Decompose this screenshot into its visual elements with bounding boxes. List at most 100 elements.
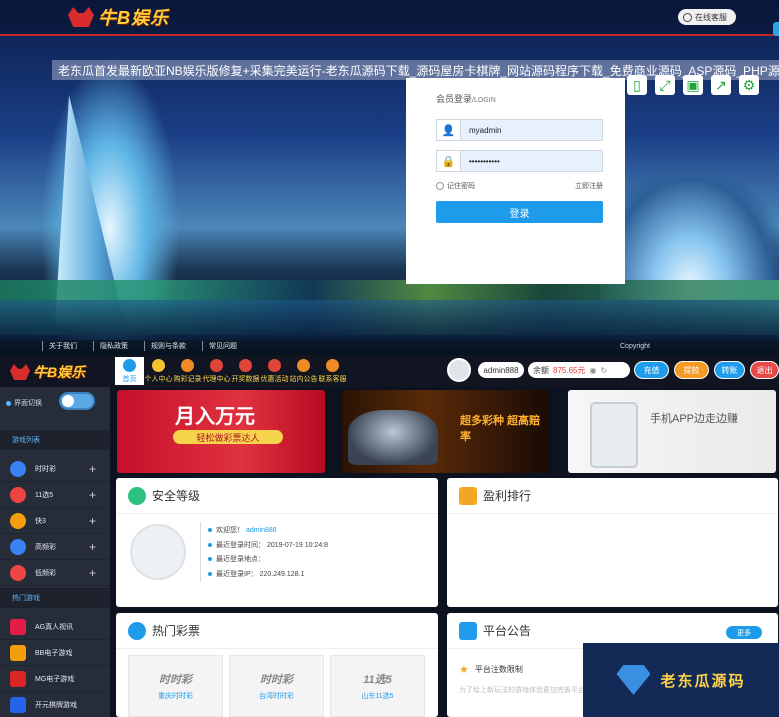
lottery-item[interactable]: 时时彩 台湾时时彩 (229, 655, 324, 717)
save-icon[interactable]: ▣ (683, 75, 703, 95)
ball-icon (10, 460, 26, 477)
sidebar-item-k3[interactable]: 快3 + (0, 508, 110, 534)
nav-item-agent[interactable]: 代理中心 (202, 357, 231, 385)
sidebar-item-ag[interactable]: AG真人视讯 (0, 614, 110, 640)
footer-link[interactable]: 关于我们 (42, 341, 83, 351)
username-value: myadmin (469, 125, 502, 135)
balance-box: 余额 875.65元 ◉ ↻ (528, 362, 630, 378)
hero-banner (0, 0, 779, 355)
ball-icon (10, 538, 26, 555)
deposit-button[interactable]: 充值 (634, 361, 669, 379)
lottery-item[interactable]: 时时彩 重庆时时彩 (128, 655, 223, 717)
card-title: 平台公告 (483, 624, 532, 638)
hot-lottery-card: 热门彩票 时时彩 重庆时时彩 时时彩 台湾时时彩 11选5 山东11选5 (116, 613, 438, 717)
interface-toggle[interactable] (59, 392, 95, 410)
footer-link[interactable]: 规则与条款 (144, 341, 192, 351)
dot-icon (6, 400, 11, 406)
plus-icon[interactable]: + (89, 566, 96, 580)
banner-title: 手机APP边走边赚 (650, 413, 739, 425)
banner-title: 月入万元 (175, 406, 255, 428)
logo-text: 牛B娱乐 (33, 364, 86, 380)
lock-icon: 🔒 (437, 151, 461, 171)
phone-image (590, 402, 638, 468)
username-badge: admin888 (478, 362, 524, 378)
side-tool-tab[interactable] (773, 22, 779, 36)
lottery-icon (128, 621, 146, 640)
agent-icon (210, 359, 223, 372)
login-button[interactable]: 登录 (436, 201, 603, 223)
banner-title: 超多彩种 超高赔率 (460, 415, 541, 443)
avatar[interactable] (447, 358, 471, 382)
sidebar-item-11x5[interactable]: 11选5 + (0, 482, 110, 508)
banner-subtitle: 轻松做彩票达人 (173, 430, 283, 444)
nav-item-support[interactable]: 联系客服 (318, 357, 347, 385)
trophy-icon (459, 486, 477, 505)
sidebar-item-mg[interactable]: MG电子游戏 (0, 666, 110, 692)
home-icon (123, 359, 136, 372)
copyright: Copyright (620, 343, 650, 350)
nav-item-promotions[interactable]: 优惠活动 (260, 357, 289, 385)
nav-item-home[interactable]: 首页 (115, 357, 144, 385)
nav-item-draw-data[interactable]: 开奖数据 (231, 357, 260, 385)
section-hot-games: 热门游戏 (0, 588, 110, 608)
plus-icon[interactable]: + (89, 488, 96, 502)
toolbar-icons: ▯ ⤢ ▣ ↗ ⚙ (619, 74, 779, 96)
password-field[interactable]: 🔒 ••••••••••• (436, 150, 603, 172)
balance-label: 余额 (533, 365, 549, 375)
expand-icon[interactable]: ⤢ (655, 75, 675, 95)
share-icon[interactable]: ↗ (711, 75, 731, 95)
sidebar-item-bb[interactable]: BB电子游戏 (0, 640, 110, 666)
profit-ranking-card: 盈利排行 (447, 478, 778, 607)
transfer-button[interactable]: 转账 (714, 361, 745, 379)
footer-link[interactable]: 常见问题 (202, 341, 243, 351)
online-service-label: 在线客服 (695, 12, 727, 22)
nav-item-bet-records[interactable]: 购彩记录 (173, 357, 202, 385)
remember-password[interactable]: 记住密码 (436, 181, 475, 191)
nav-item-announcements[interactable]: 站内公告 (289, 357, 318, 385)
shield-icon (128, 486, 146, 505)
sidebar-item-ssc[interactable]: 时时彩 + (0, 456, 110, 482)
register-link[interactable]: 立即注册 (575, 181, 603, 191)
radio-icon (436, 182, 444, 191)
user-icon: 👤 (437, 120, 461, 140)
mg-icon (10, 670, 26, 687)
ag-icon (10, 618, 26, 635)
card-title: 热门彩票 (152, 624, 201, 638)
refresh-icon[interactable]: ↻ (600, 366, 607, 375)
interface-switch-label: 界面切换 (6, 398, 42, 408)
withdraw-button[interactable]: 提款 (674, 361, 709, 379)
more-button[interactable]: 更多 (726, 626, 762, 639)
footer-link[interactable]: 隐私政策 (93, 341, 134, 351)
logout-button[interactable]: 退出 (750, 361, 779, 379)
ky-icon (10, 696, 26, 713)
promo-banner-odds[interactable]: 超多彩种 超高赔率 (342, 390, 550, 473)
nav-item-profile[interactable]: 个人中心 (144, 357, 173, 385)
announcement-item[interactable]: ★ 平台注数限制 (459, 663, 523, 676)
announcement-preview: 为了给上新玩法的游戏体验更加完善平台... (459, 687, 591, 694)
section-games: 游戏列表 (0, 430, 110, 450)
sidebar-item-high-freq[interactable]: 高频彩 + (0, 534, 110, 560)
mobile-icon[interactable]: ▯ (627, 75, 647, 95)
login-panel: 会员登录/LOGIN 👤 myadmin 🔒 ••••••••••• 记住密码 … (406, 78, 625, 284)
sidebar-item-low-freq[interactable]: 低频彩 + (0, 560, 110, 586)
ball-icon (10, 564, 26, 581)
plus-icon[interactable]: + (89, 540, 96, 554)
plus-icon[interactable]: + (89, 514, 96, 528)
lottery-item[interactable]: 11选5 山东11选5 (330, 655, 425, 717)
star-icon: ★ (459, 664, 469, 676)
site-logo[interactable]: 牛B娱乐 (68, 6, 169, 28)
bull-icon (10, 364, 30, 380)
promo-banner-income[interactable]: 月入万元 轻松做彩票达人 (117, 390, 325, 473)
ball-icon (10, 486, 26, 503)
promo-banner-app[interactable]: 手机APP边走边赚 (568, 390, 776, 473)
username-field[interactable]: 👤 myadmin (436, 119, 603, 141)
app-logo[interactable]: 牛B娱乐 (10, 362, 85, 382)
eye-icon[interactable]: ◉ (589, 366, 596, 375)
car-image (348, 410, 438, 465)
settings-icon[interactable]: ⚙ (739, 75, 759, 95)
bell-icon (297, 359, 310, 372)
online-service-button[interactable]: 在线客服 (678, 9, 736, 25)
login-info: 欢迎您！ admin888 最近登录时间： 2019-07-19 10:24:8… (208, 524, 328, 582)
sidebar-item-ky[interactable]: 开元棋牌游戏 (0, 692, 110, 717)
plus-icon[interactable]: + (89, 462, 96, 476)
